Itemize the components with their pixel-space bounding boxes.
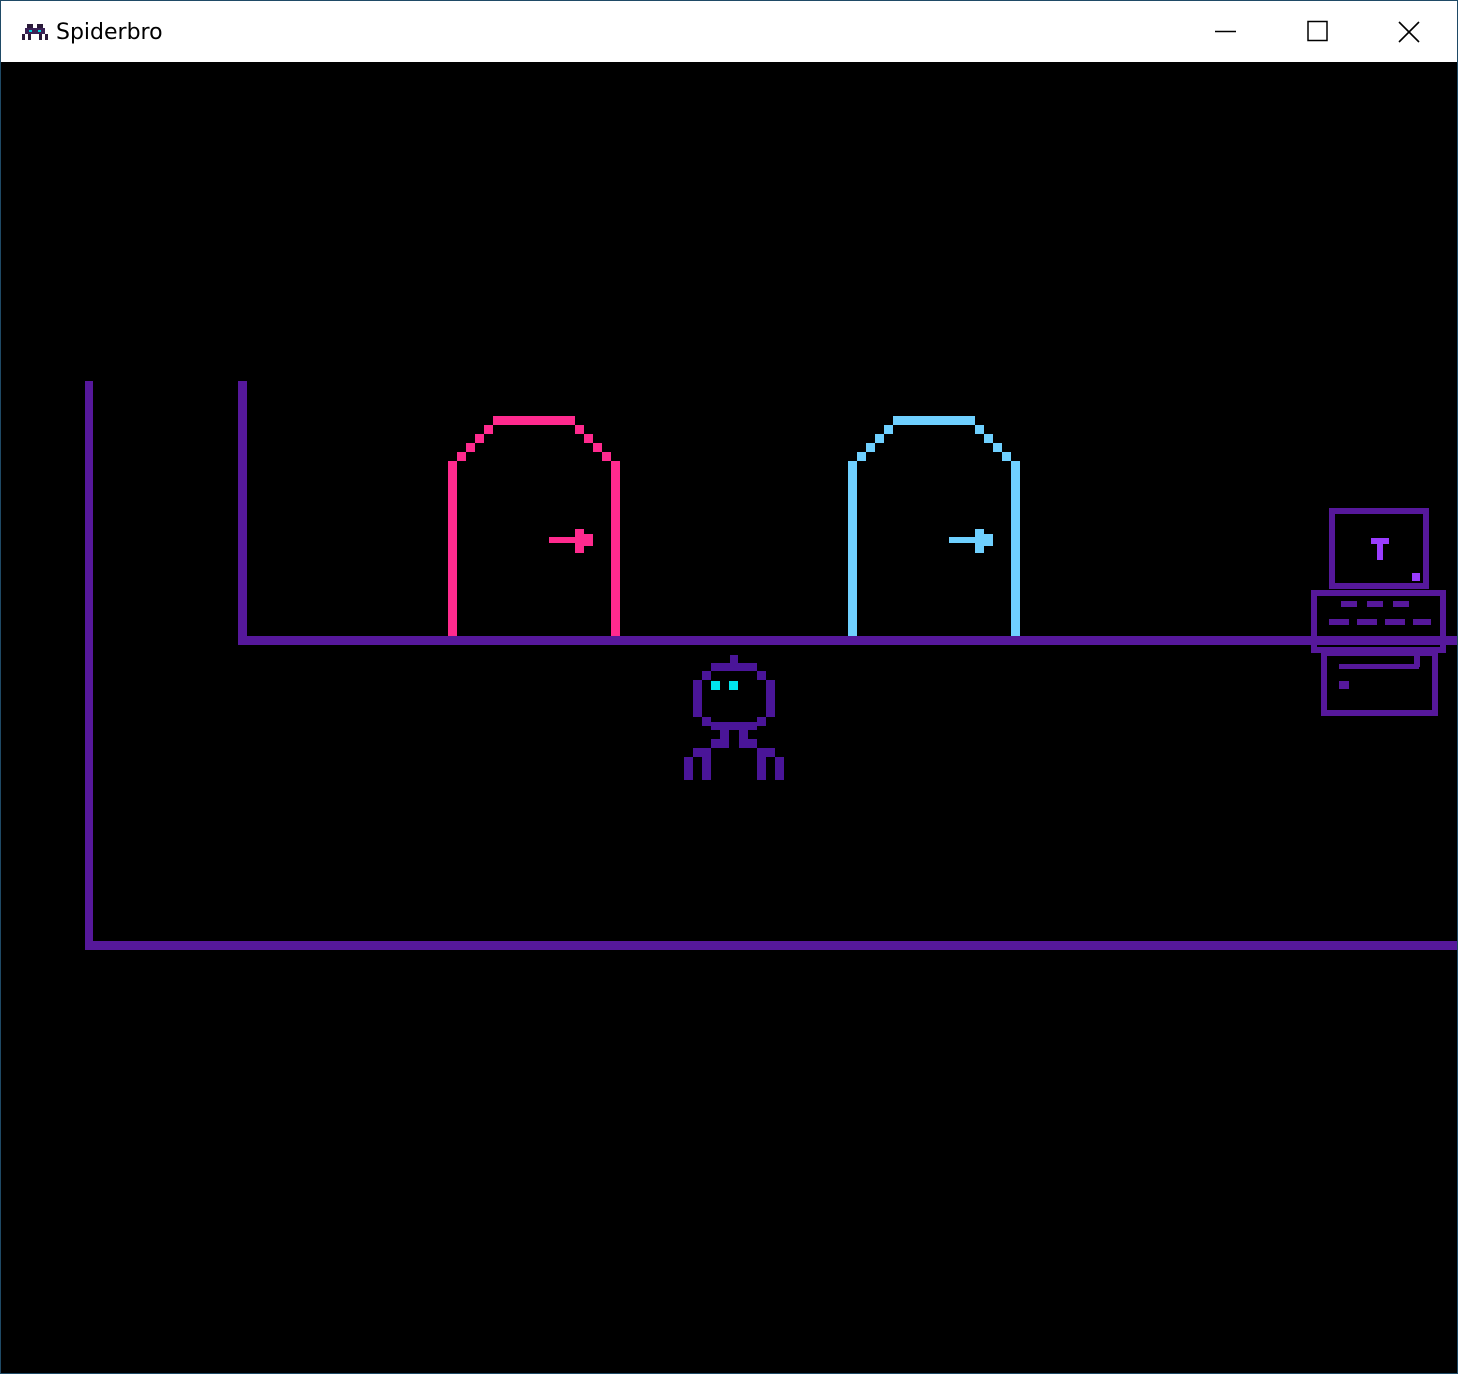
minimize-icon [1215,30,1236,33]
game-window: Spiderbro [0,0,1458,1374]
blue-door[interactable] [848,416,1020,636]
maximize-icon [1307,20,1328,42]
game-canvas[interactable] [1,62,1457,1373]
title-bar[interactable]: Spiderbro [1,1,1457,62]
ledge-wall [238,381,1457,645]
arrow-right-icon [949,529,993,553]
outer-wall [85,381,1457,950]
maximize-button[interactable] [1271,1,1363,62]
spider-eyes [711,681,738,690]
spider-icon [22,24,48,40]
minimize-button[interactable] [1179,1,1271,62]
terminal-computer[interactable] [1311,508,1446,716]
pink-door[interactable] [448,416,620,636]
arrow-right-icon [549,529,593,553]
spider-player [684,655,784,780]
close-icon [1398,21,1420,43]
terminal-base [1321,650,1438,716]
window-title: Spiderbro [56,20,163,45]
close-button[interactable] [1363,1,1455,62]
